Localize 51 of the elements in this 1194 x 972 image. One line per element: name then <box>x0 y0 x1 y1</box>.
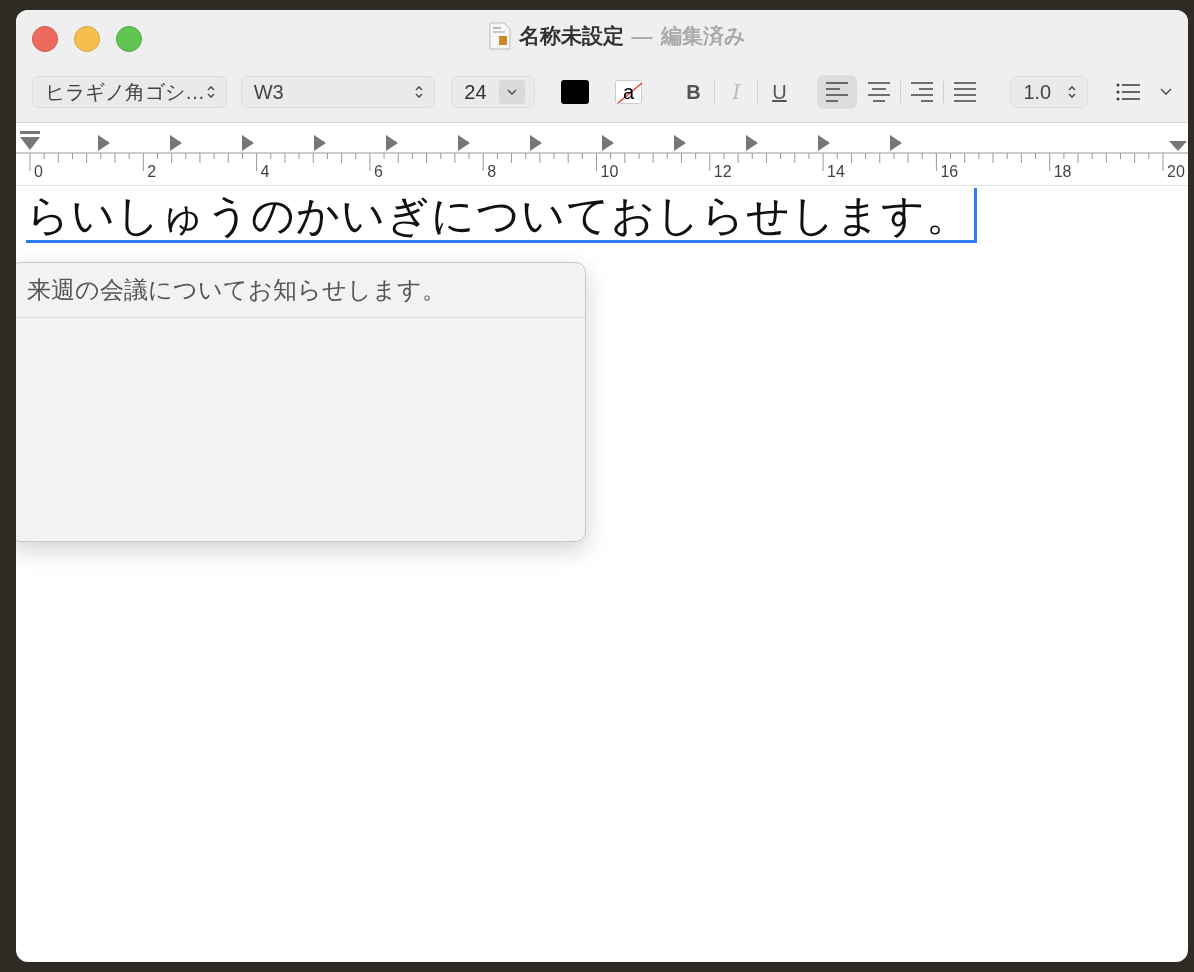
zoom-button[interactable] <box>116 26 142 52</box>
align-left-button[interactable] <box>817 75 858 109</box>
align-center-icon <box>867 81 891 103</box>
font-style-popup[interactable]: W3 <box>240 76 436 108</box>
ruler-number: 12 <box>713 163 732 180</box>
line-spacing-popup[interactable]: 1.0 <box>1010 76 1088 108</box>
tab-stop-icon[interactable] <box>242 135 254 151</box>
ruler-number: 8 <box>487 163 497 180</box>
ruler-number: 4 <box>260 163 270 180</box>
tab-stop-icon[interactable] <box>314 135 326 151</box>
ruler-number: 2 <box>147 163 157 180</box>
ruler-number: 6 <box>373 163 383 180</box>
ruler-number: 16 <box>940 163 959 180</box>
font-size-dropdown[interactable] <box>498 80 525 104</box>
align-left-icon <box>825 81 849 103</box>
tab-stop-icon[interactable] <box>746 135 758 151</box>
tab-stop-icon[interactable] <box>458 135 470 151</box>
window-title: 名称未設定 <box>518 23 624 49</box>
tab-stop-icon[interactable] <box>674 135 686 151</box>
font-family-popup[interactable]: ヒラギノ角ゴシ… <box>32 76 227 108</box>
align-justify-icon <box>953 81 977 103</box>
tab-stop-icon[interactable] <box>530 135 542 151</box>
text-color-well[interactable] <box>560 80 589 104</box>
align-right-icon <box>910 81 934 103</box>
stepper-icon <box>205 84 216 100</box>
ruler-number: 20 <box>1167 163 1185 180</box>
ruler-number: 0 <box>34 163 43 180</box>
close-button[interactable] <box>32 26 58 52</box>
ruler-number: 14 <box>827 163 845 180</box>
tab-stop-icon[interactable] <box>890 135 902 151</box>
title-separator: — <box>631 24 653 48</box>
edited-status: 編集済み <box>660 23 746 49</box>
tab-stop-icon[interactable] <box>818 135 830 151</box>
bullet-list-icon[interactable] <box>1116 83 1140 101</box>
bold-button[interactable]: B <box>672 76 715 108</box>
ruler-number: 18 <box>1053 163 1072 180</box>
composing-text: らいしゅうのかいぎについておしらせします。 <box>26 188 977 243</box>
document-icon <box>488 22 511 50</box>
right-margin-icon[interactable] <box>1169 141 1187 151</box>
tab-stop-icon[interactable] <box>98 135 110 151</box>
chevron-icon[interactable] <box>1160 88 1172 96</box>
tab-stop-icon[interactable] <box>170 135 182 151</box>
chevron-icon <box>506 89 517 95</box>
stepper-icon <box>1067 84 1077 100</box>
stepper-icon <box>414 84 425 100</box>
indent-marker-icon[interactable] <box>20 131 40 150</box>
ruler-number: 10 <box>600 163 619 180</box>
candidate-item[interactable]: 来週の会議についてお知らせします。 <box>16 263 585 318</box>
tab-stop-icon[interactable] <box>602 135 614 151</box>
tab-stop-icon[interactable] <box>386 135 398 151</box>
underline-button[interactable]: U <box>758 76 801 108</box>
